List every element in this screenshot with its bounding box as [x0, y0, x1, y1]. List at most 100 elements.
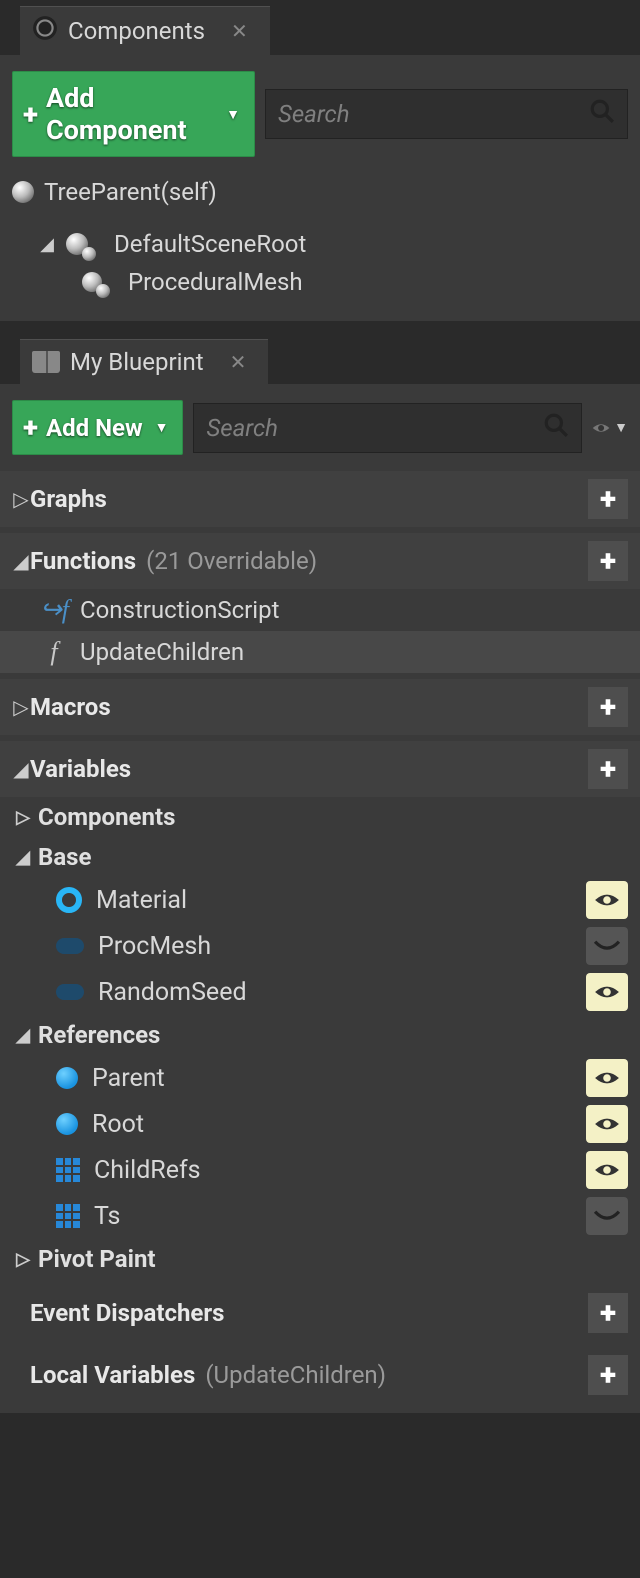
component-scene-root[interactable]: ◢ DefaultSceneRoot	[12, 225, 628, 263]
visibility-toggle[interactable]	[586, 927, 628, 965]
var-group-pivot-paint[interactable]: ▷ Pivot Paint	[0, 1239, 640, 1279]
local-variables-title: Local Variables	[30, 1361, 195, 1389]
variable-label: Ts	[94, 1202, 120, 1231]
variable-procmesh[interactable]: ProcMesh	[0, 923, 640, 969]
add-function-button[interactable]: +	[588, 541, 628, 581]
add-local-variable-button[interactable]: +	[588, 1355, 628, 1395]
search-field[interactable]	[278, 100, 589, 128]
search-field[interactable]	[206, 414, 543, 442]
expand-icon[interactable]: ▷	[14, 807, 32, 828]
add-event-dispatcher-button[interactable]: +	[588, 1293, 628, 1333]
actor-icon	[12, 181, 34, 203]
variable-randomseed[interactable]: RandomSeed	[0, 969, 640, 1015]
collapse-icon[interactable]: ◢	[12, 757, 30, 781]
search-icon	[543, 412, 569, 444]
expand-icon[interactable]: ◢	[38, 234, 56, 255]
visibility-filter-button[interactable]: ▼	[592, 413, 628, 443]
visibility-toggle[interactable]	[586, 1105, 628, 1143]
var-group-base[interactable]: ◢ Base	[0, 837, 640, 877]
add-macro-button[interactable]: +	[588, 687, 628, 727]
visibility-toggle[interactable]	[586, 973, 628, 1011]
variables-title: Variables	[30, 755, 131, 783]
component-tree-root[interactable]: TreeParent(self)	[12, 173, 628, 211]
object-ref-icon	[56, 1113, 78, 1135]
functions-title: Functions	[30, 547, 136, 575]
function-label: ConstructionScript	[80, 596, 279, 624]
graphs-title: Graphs	[30, 485, 107, 513]
array-type-icon	[56, 1158, 80, 1182]
function-icon: ↪f	[40, 595, 68, 625]
function-construction-script[interactable]: ↪f ConstructionScript	[0, 589, 640, 631]
scene-component-icon	[66, 233, 88, 255]
variable-root[interactable]: Root	[0, 1101, 640, 1147]
object-type-icon	[56, 984, 84, 1000]
visibility-toggle[interactable]	[586, 1197, 628, 1235]
add-variable-button[interactable]: +	[588, 749, 628, 789]
variable-label: Material	[96, 886, 187, 915]
pivot-paint-label: Pivot Paint	[38, 1245, 156, 1273]
function-update-children[interactable]: f UpdateChildren	[0, 631, 640, 673]
variable-label: ProcMesh	[98, 932, 211, 961]
var-group-references[interactable]: ◢ References	[0, 1015, 640, 1055]
chevron-down-icon: ▼	[614, 419, 628, 436]
add-component-button[interactable]: + Add Component ▼	[12, 71, 255, 157]
section-local-variables[interactable]: Local Variables (UpdateChildren) +	[0, 1347, 640, 1403]
variable-parent[interactable]: Parent	[0, 1055, 640, 1101]
scene-component-icon	[82, 272, 102, 292]
scene-root-label: DefaultSceneRoot	[114, 230, 306, 258]
chevron-down-icon: ▼	[226, 106, 240, 123]
components-search-input[interactable]	[265, 89, 628, 139]
close-icon[interactable]: ✕	[231, 19, 248, 43]
function-icon: f	[40, 637, 68, 667]
blueprint-search-input[interactable]	[193, 403, 582, 453]
add-graph-button[interactable]: +	[588, 479, 628, 519]
component-proc-mesh[interactable]: ProceduralMesh	[12, 263, 628, 301]
collapse-icon[interactable]: ◢	[12, 549, 30, 573]
variable-childrefs[interactable]: ChildRefs	[0, 1147, 640, 1193]
functions-subtitle: (21 Overridable)	[146, 547, 317, 575]
add-new-button[interactable]: + Add New ▼	[12, 400, 183, 455]
ue-logo-icon	[32, 15, 58, 47]
expand-icon[interactable]: ▷	[14, 1249, 32, 1270]
visibility-toggle[interactable]	[586, 1059, 628, 1097]
add-new-label: Add New	[46, 414, 143, 442]
my-blueprint-tab-label: My Blueprint	[70, 348, 204, 376]
my-blueprint-tab[interactable]: My Blueprint ✕	[20, 339, 268, 384]
variable-label: RandomSeed	[98, 978, 247, 1007]
section-graphs[interactable]: ▷ Graphs +	[0, 471, 640, 527]
plus-icon: +	[23, 411, 38, 444]
proc-mesh-label: ProceduralMesh	[128, 268, 303, 296]
add-component-label: Add Component	[46, 82, 214, 146]
material-type-icon	[56, 887, 82, 913]
section-event-dispatchers[interactable]: Event Dispatchers +	[0, 1285, 640, 1341]
references-group-label: References	[38, 1021, 160, 1049]
section-macros[interactable]: ▷ Macros +	[0, 679, 640, 735]
base-group-label: Base	[38, 843, 91, 871]
variable-material[interactable]: Material	[0, 877, 640, 923]
close-icon[interactable]: ✕	[230, 350, 247, 374]
object-type-icon	[56, 938, 84, 954]
collapse-icon[interactable]: ◢	[14, 1025, 32, 1046]
visibility-toggle[interactable]	[586, 1151, 628, 1189]
var-group-components[interactable]: ▷ Components	[0, 797, 640, 837]
object-ref-icon	[56, 1067, 78, 1089]
variable-label: Root	[92, 1110, 144, 1139]
blueprint-icon	[32, 351, 60, 373]
components-tab-label: Components	[68, 17, 205, 45]
macros-title: Macros	[30, 693, 111, 721]
section-variables[interactable]: ◢ Variables +	[0, 741, 640, 797]
function-label: UpdateChildren	[80, 638, 244, 666]
expand-icon[interactable]: ▷	[12, 487, 30, 511]
variable-ts[interactable]: Ts	[0, 1193, 640, 1239]
visibility-toggle[interactable]	[586, 881, 628, 919]
chevron-down-icon: ▼	[155, 419, 169, 436]
root-label: TreeParent(self)	[44, 178, 217, 206]
collapse-icon[interactable]: ◢	[14, 847, 32, 868]
event-dispatchers-title: Event Dispatchers	[30, 1299, 224, 1327]
expand-icon[interactable]: ▷	[12, 695, 30, 719]
variable-label: Parent	[92, 1064, 165, 1093]
search-icon	[589, 98, 615, 130]
section-functions[interactable]: ◢ Functions (21 Overridable) +	[0, 533, 640, 589]
components-tab[interactable]: Components ✕	[20, 6, 270, 55]
variable-label: ChildRefs	[94, 1156, 201, 1185]
